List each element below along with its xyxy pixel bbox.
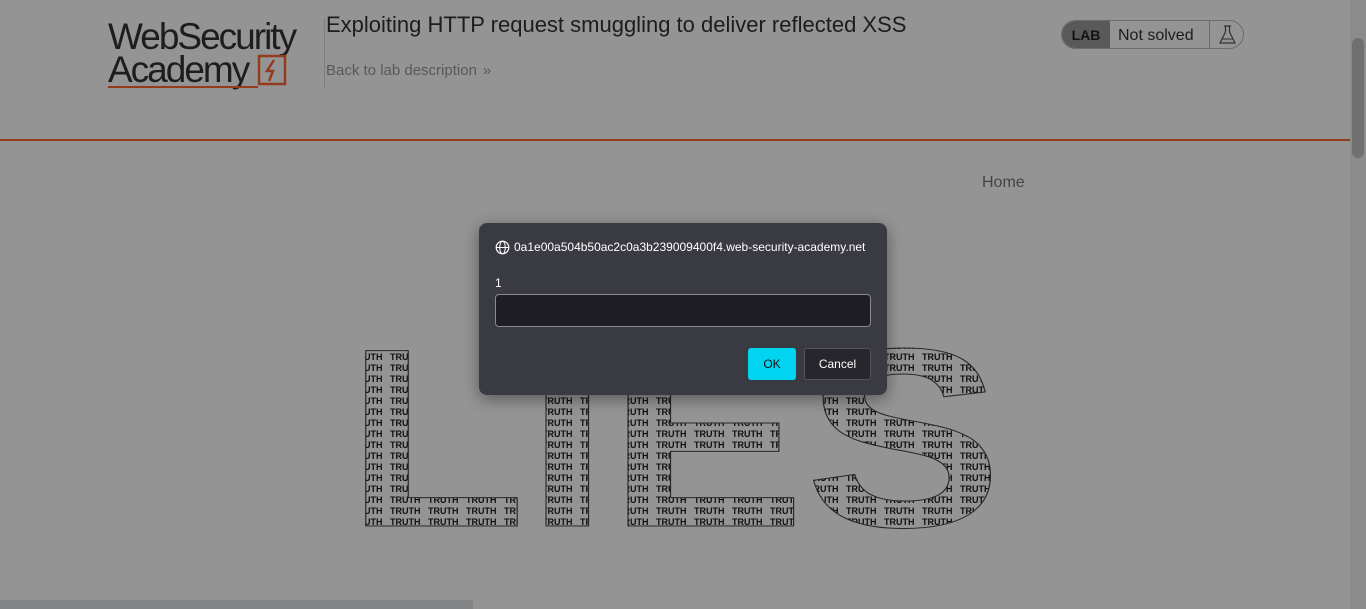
prompt-dialog: 0a1e00a504b50ac2c0a3b239009400f4.web-sec… (479, 223, 887, 395)
dialog-origin-host: 0a1e00a504b50ac2c0a3b239009400f4.web-sec… (514, 240, 866, 254)
dialog-message: 1 (495, 276, 502, 290)
cancel-button[interactable]: Cancel (804, 348, 871, 380)
globe-icon (495, 240, 510, 255)
prompt-input[interactable] (495, 294, 871, 327)
ok-button[interactable]: OK (748, 348, 796, 380)
